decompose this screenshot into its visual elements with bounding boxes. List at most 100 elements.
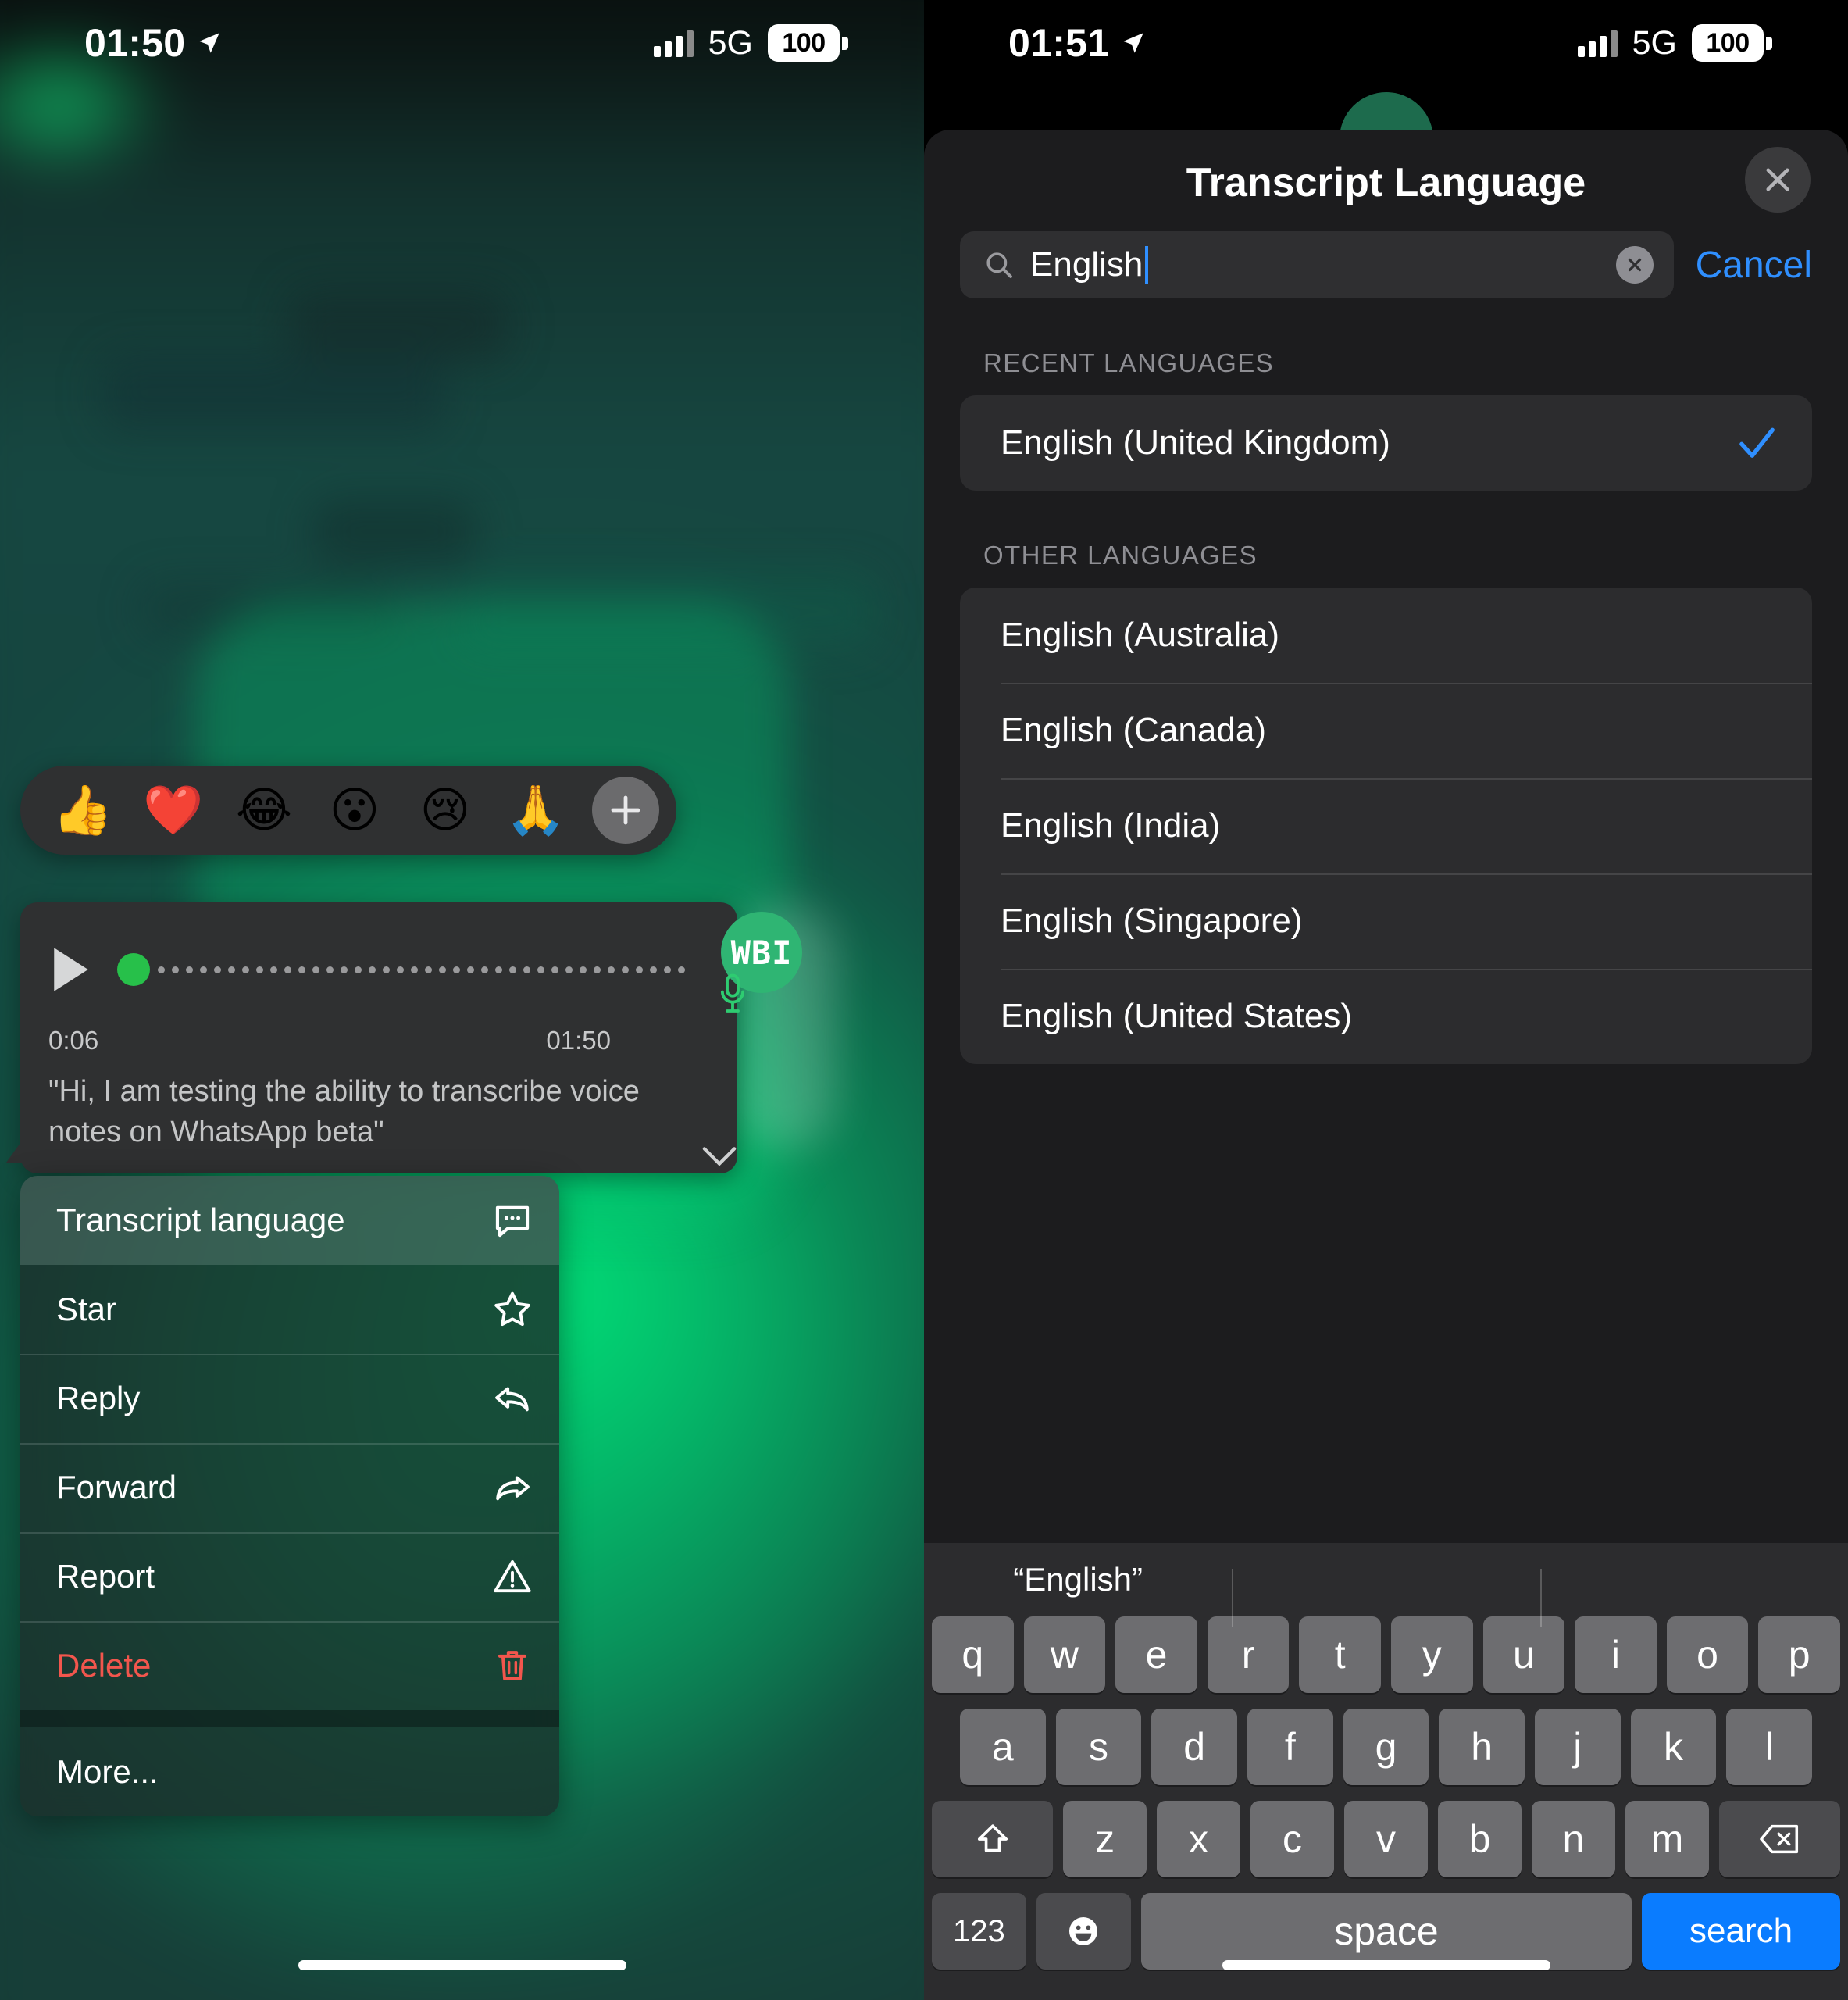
- key-z[interactable]: z: [1063, 1801, 1147, 1877]
- key-h[interactable]: h: [1439, 1709, 1525, 1785]
- cellular-bars-icon: [1577, 29, 1618, 57]
- key-g[interactable]: g: [1343, 1709, 1429, 1785]
- menu-item-transcript-language[interactable]: Transcript language: [20, 1176, 559, 1265]
- key-b[interactable]: b: [1437, 1801, 1522, 1877]
- key-o[interactable]: o: [1666, 1616, 1749, 1693]
- menu-item-forward[interactable]: Forward: [20, 1443, 559, 1532]
- menu-item-report[interactable]: Report: [20, 1532, 559, 1621]
- keyboard-row-4: 123 space search: [932, 1893, 1840, 1970]
- key-m[interactable]: m: [1625, 1801, 1709, 1877]
- key-n[interactable]: n: [1531, 1801, 1615, 1877]
- other-languages-header: Other Languages: [983, 541, 1258, 570]
- key-q[interactable]: q: [932, 1616, 1014, 1693]
- waveform-dots: [158, 966, 685, 973]
- network-type: 5G: [1632, 23, 1677, 62]
- voice-note-bubble[interactable]: WBI 0:06 01:50 "Hi, I am testing the abi…: [6, 902, 802, 1173]
- language-name: English (Australia): [1001, 616, 1280, 654]
- status-time: 01:51: [1008, 21, 1110, 65]
- red-heart-icon[interactable]: ❤️: [128, 786, 219, 834]
- page-title: Transcript Language: [1186, 160, 1586, 205]
- language-row-english-canada[interactable]: English (Canada): [960, 683, 1812, 778]
- avatar[interactable]: WBI: [715, 912, 802, 1013]
- forward-arrow-icon: [492, 1467, 533, 1508]
- emoji-key[interactable]: [1036, 1893, 1131, 1970]
- key-x[interactable]: x: [1157, 1801, 1241, 1877]
- space-key[interactable]: space: [1140, 1893, 1632, 1970]
- folded-hands-icon[interactable]: 🙏: [491, 786, 581, 834]
- message-context-menu[interactable]: Transcript language Star Reply Forward R…: [20, 1176, 559, 1816]
- thumbs-up-icon[interactable]: 👍: [37, 786, 128, 834]
- face-with-tears-of-joy-icon[interactable]: 😂: [219, 786, 309, 834]
- suggestion-0[interactable]: “English”: [924, 1561, 1232, 1598]
- close-icon: [1766, 168, 1789, 191]
- language-name: English (Canada): [1001, 711, 1266, 749]
- key-w[interactable]: w: [1023, 1616, 1106, 1693]
- shift-key[interactable]: [932, 1801, 1054, 1877]
- clear-search-button[interactable]: [1615, 246, 1654, 284]
- key-p[interactable]: p: [1758, 1616, 1840, 1693]
- menu-item-star[interactable]: Star: [20, 1265, 559, 1354]
- key-y[interactable]: y: [1391, 1616, 1473, 1693]
- other-languages-list: English (Australia) English (Canada) Eng…: [960, 588, 1812, 1064]
- microphone-icon: [720, 973, 745, 1012]
- key-u[interactable]: u: [1482, 1616, 1565, 1693]
- cellular-bars-icon: [653, 29, 694, 57]
- language-row-english-united-states[interactable]: English (United States): [960, 969, 1812, 1064]
- language-name: English (United Kingdom): [1001, 423, 1390, 462]
- close-button[interactable]: [1745, 147, 1811, 212]
- numbers-key[interactable]: 123: [932, 1893, 1026, 1970]
- battery-indicator: 100: [768, 24, 848, 62]
- search-input-value: English: [1030, 245, 1600, 284]
- key-e[interactable]: e: [1115, 1616, 1197, 1693]
- chevron-down-icon[interactable]: [701, 1145, 737, 1167]
- left-phone-screen: 01:50 5G 100 👍 ❤️ 😂 😮 😢 🙏 WBI 0:06 01:50…: [0, 0, 924, 2000]
- key-k[interactable]: k: [1630, 1709, 1717, 1785]
- key-c[interactable]: c: [1250, 1801, 1335, 1877]
- audio-scrubber[interactable]: [117, 953, 685, 986]
- transcript-text: "Hi, I am testing the ability to transcr…: [48, 1075, 640, 1149]
- language-row-english-united-kingdom[interactable]: English (United Kingdom): [960, 395, 1812, 491]
- elapsed-time: 0:06: [48, 1026, 99, 1055]
- language-row-english-india[interactable]: English (India): [960, 778, 1812, 873]
- on-screen-keyboard[interactable]: “English” q w e r t y u i o p a s d f g …: [924, 1543, 1848, 2000]
- shift-arrow-icon: [977, 1824, 1008, 1852]
- menu-item-reply[interactable]: Reply: [20, 1354, 559, 1443]
- status-time: 01:50: [84, 21, 186, 65]
- menu-item-more[interactable]: More...: [20, 1727, 559, 1816]
- menu-item-label: Report: [56, 1558, 155, 1595]
- menu-item-delete[interactable]: Delete: [20, 1621, 559, 1710]
- clear-circle-icon: [1628, 258, 1641, 272]
- backspace-key[interactable]: [1718, 1801, 1840, 1877]
- key-v[interactable]: v: [1344, 1801, 1428, 1877]
- search-key[interactable]: search: [1642, 1893, 1840, 1970]
- crying-face-icon[interactable]: 😢: [400, 786, 491, 834]
- keyboard-row-3: z x c v b n m: [932, 1801, 1840, 1877]
- add-reaction-button[interactable]: [592, 777, 659, 844]
- language-name: English (United States): [1001, 997, 1352, 1035]
- key-f[interactable]: f: [1247, 1709, 1333, 1785]
- key-l[interactable]: l: [1726, 1709, 1813, 1785]
- keyboard-row-1: q w e r t y u i o p: [932, 1616, 1840, 1693]
- play-icon[interactable]: [48, 945, 94, 995]
- plus-icon: [611, 795, 640, 825]
- keyboard-rows: q w e r t y u i o p a s d f g h j k l z …: [924, 1616, 1848, 2000]
- key-a[interactable]: a: [959, 1709, 1046, 1785]
- key-i[interactable]: i: [1575, 1616, 1657, 1693]
- emoji-reaction-bar[interactable]: 👍 ❤️ 😂 😮 😢 🙏: [20, 766, 676, 855]
- cancel-button[interactable]: Cancel: [1696, 244, 1812, 287]
- key-r[interactable]: r: [1207, 1616, 1290, 1693]
- key-s[interactable]: s: [1055, 1709, 1142, 1785]
- language-row-english-singapore[interactable]: English (Singapore): [960, 873, 1812, 969]
- menu-divider-gap: [20, 1710, 559, 1727]
- search-input[interactable]: English: [960, 231, 1674, 298]
- playhead-handle[interactable]: [117, 953, 150, 986]
- key-j[interactable]: j: [1535, 1709, 1621, 1785]
- key-t[interactable]: t: [1299, 1616, 1381, 1693]
- text-cursor: [1145, 246, 1149, 284]
- checkmark-icon: [1739, 427, 1775, 458]
- key-d[interactable]: d: [1151, 1709, 1237, 1785]
- language-row-english-australia[interactable]: English (Australia): [960, 588, 1812, 683]
- language-name: English (Singapore): [1001, 902, 1303, 940]
- face-with-open-mouth-icon[interactable]: 😮: [309, 786, 400, 834]
- menu-item-label: Delete: [56, 1647, 152, 1684]
